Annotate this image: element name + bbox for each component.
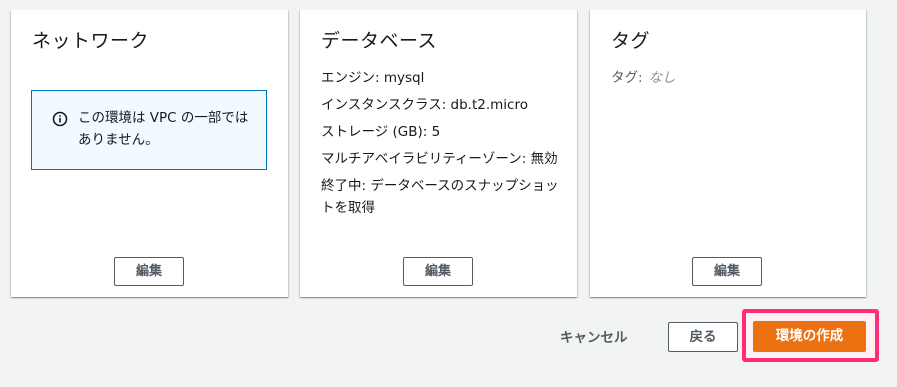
create-environment-button[interactable]: 環境の作成 — [753, 321, 866, 352]
network-edit-button[interactable]: 編集 — [114, 257, 184, 286]
tags-card-title: タグ — [611, 30, 651, 52]
database-termination: 終了中: データベースのスナップショットを取得 — [321, 178, 559, 216]
cancel-button[interactable]: キャンセル — [560, 326, 628, 346]
database-multi-az: マルチアベイラビリティーゾーン: 無効 — [321, 151, 558, 167]
vpc-info-alert: この環境は VPC の一部ではありません。 — [31, 90, 267, 170]
vpc-info-text: この環境は VPC の一部ではありません。 — [78, 110, 249, 148]
tags-row: タグ: なし — [611, 67, 676, 89]
database-card: データベース エンジン: mysql インスタンスクラス: db.t2.micr… — [300, 10, 577, 297]
database-details: エンジン: mysql インスタンスクラス: db.t2.micro ストレージ… — [321, 67, 561, 224]
review-page: ネットワーク この環境は VPC の一部ではありません。 編集 データベース エ… — [0, 0, 897, 387]
database-engine: エンジン: mysql — [321, 70, 425, 86]
network-card: ネットワーク この環境は VPC の一部ではありません。 編集 — [11, 10, 288, 297]
database-card-title: データベース — [321, 30, 438, 52]
tags-value: なし — [648, 70, 676, 86]
network-card-title: ネットワーク — [32, 30, 150, 52]
tags-label: タグ: — [611, 70, 643, 86]
database-storage: ストレージ (GB): 5 — [321, 124, 441, 140]
database-instance-class: インスタンスクラス: db.t2.micro — [321, 97, 528, 113]
info-circle-icon — [52, 111, 68, 127]
back-button[interactable]: 戻る — [668, 322, 738, 352]
database-edit-button[interactable]: 編集 — [403, 257, 473, 286]
tags-card: タグ タグ: なし 編集 — [590, 10, 866, 297]
tags-edit-button[interactable]: 編集 — [692, 257, 762, 286]
